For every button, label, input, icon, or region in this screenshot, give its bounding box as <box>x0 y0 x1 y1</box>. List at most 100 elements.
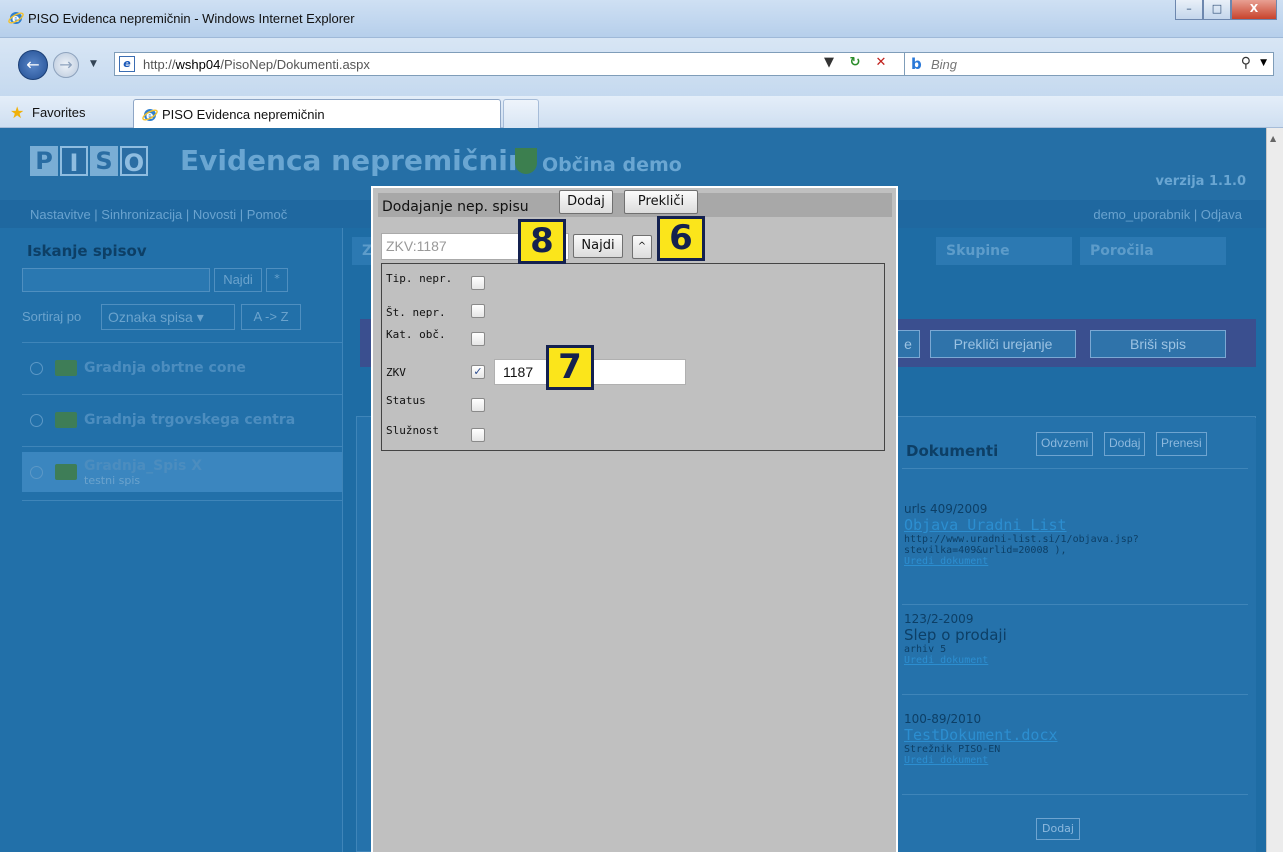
user-links[interactable]: demo_uporabnik | Odjava <box>1093 207 1242 222</box>
list-item[interactable]: Gradnja trgovskega centra <box>22 400 342 444</box>
filter-label: Status <box>386 394 426 407</box>
spis-search-panel: Iskanje spisov Najdi * Sortiraj po Oznak… <box>0 228 343 852</box>
add-document-button[interactable]: Dodaj <box>1104 432 1146 456</box>
new-tab-button[interactable] <box>503 99 539 128</box>
version-label: verzija 1.1.0 <box>1155 174 1247 189</box>
stop-icon[interactable]: ✕ <box>868 52 894 76</box>
logo-letter: S <box>90 146 118 176</box>
radio-button[interactable] <box>30 466 43 479</box>
add-property-dialog: Dodajanje nep. spisu Dodaj Prekliči ZKV:… <box>371 186 898 852</box>
site-title: Evidenca nepremičnin <box>180 144 528 177</box>
tab-porocila[interactable]: Poročila <box>1080 237 1226 265</box>
radio-button[interactable] <box>30 414 43 427</box>
divider <box>902 468 1248 469</box>
close-window-button[interactable]: X <box>1231 0 1277 20</box>
municipality-name: Občina demo <box>542 154 682 176</box>
search-icon[interactable]: ⚲ <box>1241 55 1251 71</box>
address-dropdown-icon[interactable]: ▼ <box>816 52 842 76</box>
address-toolbar: ← → ▼ e http://wshp04/PisoNep/Dokumenti.… <box>0 38 1283 96</box>
add-button-bottom[interactable]: Dodaj <box>1036 818 1080 840</box>
filter-checkbox[interactable] <box>471 332 485 346</box>
transfer-document-button[interactable]: Prenesi <box>1156 432 1207 456</box>
document-number: urls 409/2009 <box>904 502 988 516</box>
divider <box>22 394 342 395</box>
radio-button[interactable] <box>30 362 43 375</box>
address-tools: ▼ ↻ ✕ <box>816 52 894 76</box>
divider <box>22 342 342 343</box>
search-panel-title: Iskanje spisov <box>27 242 147 260</box>
collapse-filters-button[interactable]: ^ <box>632 235 652 259</box>
sort-select[interactable]: Oznaka spisa ▾ <box>101 304 235 330</box>
forward-button[interactable]: → <box>53 52 79 78</box>
refresh-icon[interactable]: ↻ <box>842 52 868 76</box>
recent-pages-dropdown-icon[interactable]: ▼ <box>90 59 97 69</box>
vertical-scrollbar[interactable]: ▲ <box>1266 128 1283 852</box>
edit-document-link[interactable]: Uredi dokument <box>904 556 1244 567</box>
window-titlebar: e PISO Evidenca nepremičnin - Windows In… <box>0 0 1283 38</box>
back-button[interactable]: ← <box>18 50 48 80</box>
document-number: 123/2-2009 <box>904 612 974 626</box>
filter-checkbox[interactable] <box>471 428 485 442</box>
edit-document-link[interactable]: Uredi dokument <box>904 655 1244 666</box>
filter-checkbox[interactable] <box>471 276 485 290</box>
page-icon: e <box>119 56 135 72</box>
list-item[interactable]: Gradnja obrtne cone <box>22 348 342 392</box>
favorites-star-icon[interactable]: ★ <box>10 103 24 122</box>
filter-label: Kat. obč. <box>386 328 446 341</box>
folder-icon <box>55 464 77 480</box>
spis-find-button[interactable]: Najdi <box>214 268 262 292</box>
folder-icon <box>55 412 77 428</box>
window-controls: – □ X <box>1175 0 1277 20</box>
filter-label: Služnost <box>386 424 439 437</box>
maximize-button[interactable]: □ <box>1203 0 1231 20</box>
zkv-checkbox-checked[interactable]: ✓ <box>471 365 485 379</box>
filter-label: Tip. nepr. <box>386 272 453 285</box>
dialog-cancel-button[interactable]: Prekliči <box>624 190 698 214</box>
search-input[interactable]: b Bing ⚲ ▼ <box>904 52 1274 76</box>
favorites-button[interactable]: Favorites <box>32 105 85 120</box>
documents-panel: Dokumenti Odvzemi Dodaj Prenesi urls 409… <box>898 418 1256 852</box>
find-property-button[interactable]: Najdi <box>573 234 623 258</box>
filter-checkbox[interactable] <box>471 304 485 318</box>
cancel-edit-button[interactable]: Prekliči urejanje <box>930 330 1076 358</box>
tab-skupine[interactable]: Skupine <box>936 237 1072 265</box>
divider <box>902 694 1248 695</box>
document-link[interactable]: TestDokument.docx <box>904 726 1244 744</box>
sort-value: Oznaka spisa <box>108 309 193 325</box>
browser-tab-title: PISO Evidenca nepremičnin <box>162 107 325 122</box>
filter-label: ZKV <box>386 366 406 379</box>
scroll-up-icon[interactable]: ▲ <box>1270 134 1276 143</box>
edit-button[interactable]: e <box>896 330 920 358</box>
search-engine-placeholder: Bing <box>931 57 958 72</box>
document-link[interactable]: Slep o prodaji <box>904 626 1244 644</box>
address-input[interactable]: e http://wshp04/PisoNep/Dokumenti.aspx <box>114 52 928 76</box>
filter-label: Št. nepr. <box>386 306 446 319</box>
list-item-selected[interactable]: Gradnja_Spis X testni spis <box>22 452 342 492</box>
delete-spis-button[interactable]: Briši spis <box>1090 330 1226 358</box>
dialog-add-button[interactable]: Dodaj <box>559 190 613 214</box>
sort-order-button[interactable]: A -> Z <box>241 304 301 330</box>
spis-name: Gradnja trgovskega centra <box>84 412 296 428</box>
tab-z[interactable]: Z <box>352 237 372 265</box>
document-item: urls 409/2009 Objava Uradni List http://… <box>904 502 1244 567</box>
url-text: http://wshp04/PisoNep/Dokumenti.aspx <box>143 57 370 72</box>
document-meta: arhiv 5 <box>904 644 947 655</box>
page-viewport: P I S O Evidenca nepremičnin Občina demo… <box>0 128 1266 852</box>
browser-tab-active[interactable]: e PISO Evidenca nepremičnin <box>133 99 501 128</box>
filter-checkbox[interactable] <box>471 398 485 412</box>
remove-document-button[interactable]: Odvzemi <box>1036 432 1094 456</box>
spis-search-input[interactable] <box>22 268 210 292</box>
nav-links[interactable]: Nastavitve | Sinhronizacija | Novosti | … <box>30 207 287 222</box>
divider <box>902 604 1248 605</box>
municipality-crest-icon <box>515 148 537 174</box>
spis-name: Gradnja_Spis X <box>84 458 202 474</box>
bing-icon: b <box>911 55 922 73</box>
document-link[interactable]: Objava Uradni List <box>904 516 1244 534</box>
spis-wildcard-button[interactable]: * <box>266 268 288 292</box>
edit-document-link[interactable]: Uredi dokument <box>904 755 1244 766</box>
tab-ie-icon: e <box>142 109 158 122</box>
search-filters-panel: Tip. nepr. Št. nepr. Kat. obč. ZKV ✓ 118… <box>381 263 885 451</box>
search-options-dropdown-icon[interactable]: ▼ <box>1260 58 1267 68</box>
ie-logo-icon: e <box>8 12 24 25</box>
minimize-button[interactable]: – <box>1175 0 1203 20</box>
